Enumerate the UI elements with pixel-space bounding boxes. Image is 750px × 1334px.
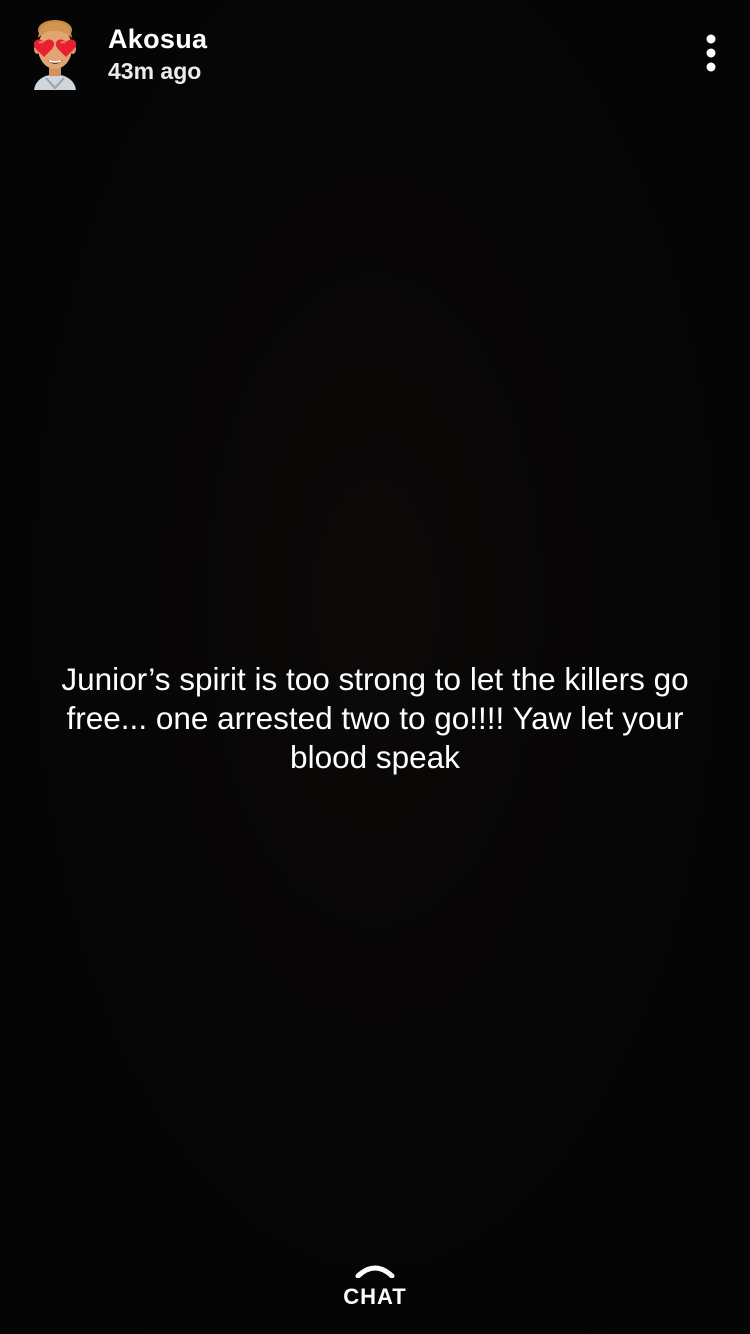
story-caption: Junior’s spirit is too strong to let the…: [61, 661, 689, 775]
more-options-button[interactable]: [694, 30, 728, 78]
chat-label: CHAT: [343, 1284, 407, 1309]
more-vertical-icon: [706, 34, 716, 72]
bitmoji-heart-eyes-avatar-icon: [33, 20, 77, 90]
story-timestamp: 43m ago: [108, 58, 202, 84]
user-avatar[interactable]: [24, 16, 86, 90]
chevron-up-icon: [355, 1265, 395, 1278]
user-info[interactable]: Akosua 43m ago: [108, 22, 207, 86]
chat-button[interactable]: CHAT: [325, 1262, 425, 1324]
username[interactable]: Akosua: [108, 22, 207, 56]
story-header: Akosua 43m ago: [0, 0, 750, 110]
story-viewer[interactable]: Akosua 43m ago Junior’s spirit is too st…: [0, 0, 750, 1334]
